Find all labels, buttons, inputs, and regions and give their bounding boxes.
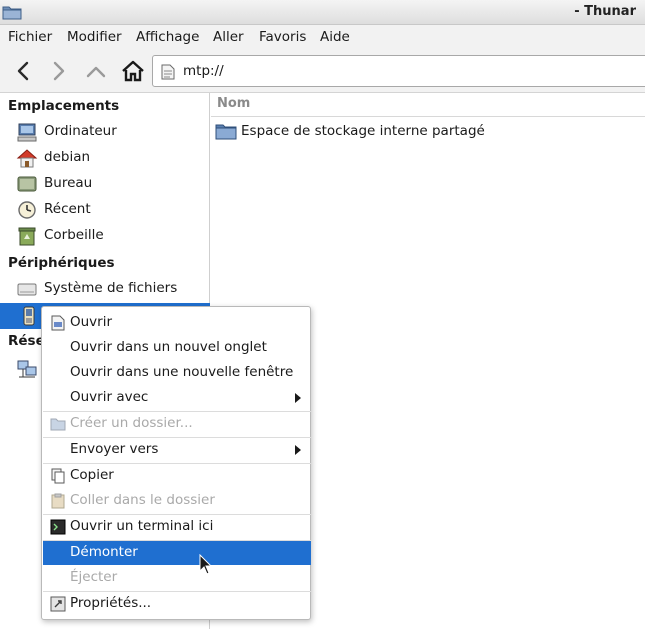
- mouse-cursor-icon: [199, 554, 213, 575]
- home-folder-icon: [16, 149, 38, 168]
- back-arrow-icon: [17, 61, 29, 81]
- window-title: - Thunar: [574, 4, 636, 19]
- paste-icon: [51, 493, 65, 509]
- ctx-label: Copier: [70, 467, 114, 483]
- home-button[interactable]: [119, 57, 147, 85]
- sidebar-header-reseau: Rése: [8, 333, 45, 349]
- sidebar-item-bureau[interactable]: Bureau: [0, 171, 210, 197]
- ctx-envoyer-vers[interactable]: Envoyer vers: [43, 438, 311, 462]
- submenu-arrow-icon: [295, 445, 301, 455]
- ctx-ouvrir[interactable]: Ouvrir: [43, 311, 311, 335]
- ctx-ejecter: Éjecter: [43, 566, 311, 590]
- back-button[interactable]: [9, 57, 37, 85]
- menu-affichage[interactable]: Affichage: [136, 29, 199, 45]
- copy-icon: [51, 468, 65, 484]
- toolbar: mtp://: [0, 49, 645, 93]
- folder-icon: [2, 6, 22, 20]
- forward-arrow-icon: [53, 61, 65, 81]
- menu-fichier[interactable]: Fichier: [8, 29, 52, 45]
- ctx-label: Éjecter: [70, 569, 118, 585]
- sidebar-item-corbeille[interactable]: Corbeille: [0, 223, 210, 249]
- ctx-demonter[interactable]: Démonter: [43, 541, 311, 565]
- clock-icon: [18, 201, 36, 219]
- sidebar-label: Ordinateur: [44, 123, 117, 139]
- ctx-proprietes[interactable]: Propriétés...: [43, 592, 311, 616]
- menu-favoris[interactable]: Favoris: [259, 29, 306, 45]
- terminal-icon: [50, 519, 66, 535]
- network-icon: [17, 360, 37, 378]
- menu-aller[interactable]: Aller: [213, 29, 244, 45]
- ctx-copier[interactable]: Copier: [43, 464, 311, 488]
- sidebar-label: Corbeille: [44, 227, 104, 243]
- ctx-ouvrir-avec[interactable]: Ouvrir avec: [43, 386, 311, 410]
- location-bar[interactable]: mtp://: [152, 55, 645, 87]
- computer-icon: [17, 123, 37, 142]
- properties-icon: [50, 596, 66, 612]
- desktop-icon: [17, 176, 37, 192]
- ctx-creer-dossier: Créer un dossier...: [43, 412, 311, 436]
- submenu-arrow-icon: [295, 393, 301, 403]
- sidebar-label: Bureau: [44, 175, 93, 191]
- sidebar-label: Récent: [44, 201, 91, 217]
- ctx-label: Envoyer vers: [70, 441, 159, 457]
- ctx-label: Ouvrir dans une nouvelle fenêtre: [70, 364, 294, 380]
- folder-new-icon: [50, 418, 66, 431]
- ctx-label: Démonter: [70, 544, 138, 560]
- sidebar-item-recent[interactable]: Récent: [0, 197, 210, 223]
- ctx-label: Créer un dossier...: [70, 415, 193, 431]
- home-icon: [122, 60, 144, 82]
- ctx-label: Ouvrir: [70, 314, 113, 330]
- trash-icon: [18, 227, 36, 246]
- phone-icon: [23, 306, 35, 326]
- sidebar-item-ordinateur[interactable]: Ordinateur: [0, 119, 210, 145]
- sidebar-item-debian[interactable]: debian: [0, 145, 210, 171]
- ctx-ouvrir-fenetre[interactable]: Ouvrir dans une nouvelle fenêtre: [43, 361, 311, 385]
- up-arrow-icon: [86, 66, 106, 78]
- column-header-nom[interactable]: Nom: [211, 93, 645, 117]
- file-row[interactable]: Espace de stockage interne partagé: [211, 119, 645, 143]
- sidebar-header-peripheriques: Périphériques: [8, 255, 115, 271]
- document-icon: [161, 64, 175, 80]
- file-name: Espace de stockage interne partagé: [241, 123, 485, 139]
- forward-button[interactable]: [45, 57, 73, 85]
- ctx-ouvrir-onglet[interactable]: Ouvrir dans un nouvel onglet: [43, 336, 311, 360]
- menu-aide[interactable]: Aide: [320, 29, 350, 45]
- ctx-label: Ouvrir un terminal ici: [70, 518, 214, 534]
- ctx-label: Coller dans le dossier: [70, 492, 215, 508]
- ctx-label: Ouvrir dans un nouvel onglet: [70, 339, 267, 355]
- ctx-terminal[interactable]: Ouvrir un terminal ici: [43, 515, 311, 539]
- sidebar-label: debian: [44, 149, 91, 165]
- menu-modifier[interactable]: Modifier: [67, 29, 122, 45]
- sidebar-header-emplacements: Emplacements: [8, 98, 120, 114]
- folder-icon: [215, 124, 237, 140]
- context-menu: Ouvrir Ouvrir dans un nouvel onglet Ouvr…: [41, 306, 311, 620]
- ctx-label: Ouvrir avec: [70, 389, 149, 405]
- ctx-coller: Coller dans le dossier: [43, 489, 311, 513]
- column-header-label: Nom: [217, 96, 251, 111]
- drive-icon: [17, 283, 37, 296]
- sidebar-item-systeme-de-fichiers[interactable]: Système de fichiers: [0, 276, 210, 302]
- menubar: Fichier Modifier Affichage Aller Favoris…: [0, 25, 645, 49]
- open-document-icon: [51, 315, 65, 331]
- sidebar-label: Système de fichiers: [44, 280, 178, 296]
- location-text: mtp://: [183, 63, 224, 79]
- up-button[interactable]: [82, 57, 110, 85]
- ctx-label: Propriétés...: [70, 595, 152, 611]
- window-titlebar: - Thunar: [0, 0, 645, 25]
